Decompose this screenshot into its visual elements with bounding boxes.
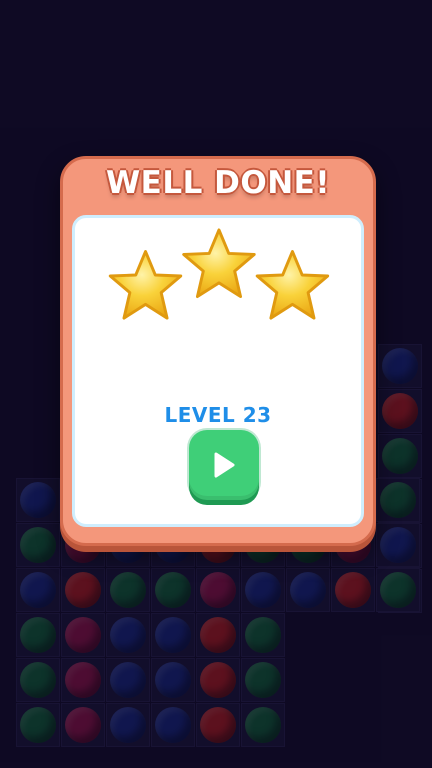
- dialog-title: WELL DONE!: [105, 165, 330, 201]
- star-icon: [108, 250, 183, 320]
- play-next-button[interactable]: [189, 430, 259, 500]
- play-icon: [214, 452, 235, 478]
- star-icon: [182, 228, 256, 299]
- dialog-content: LEVEL 23: [72, 215, 364, 527]
- star-icon: [255, 250, 330, 320]
- level-label: LEVEL 23: [164, 403, 272, 427]
- level-complete-dialog: WELL DONE! LEVEL 23: [60, 156, 376, 546]
